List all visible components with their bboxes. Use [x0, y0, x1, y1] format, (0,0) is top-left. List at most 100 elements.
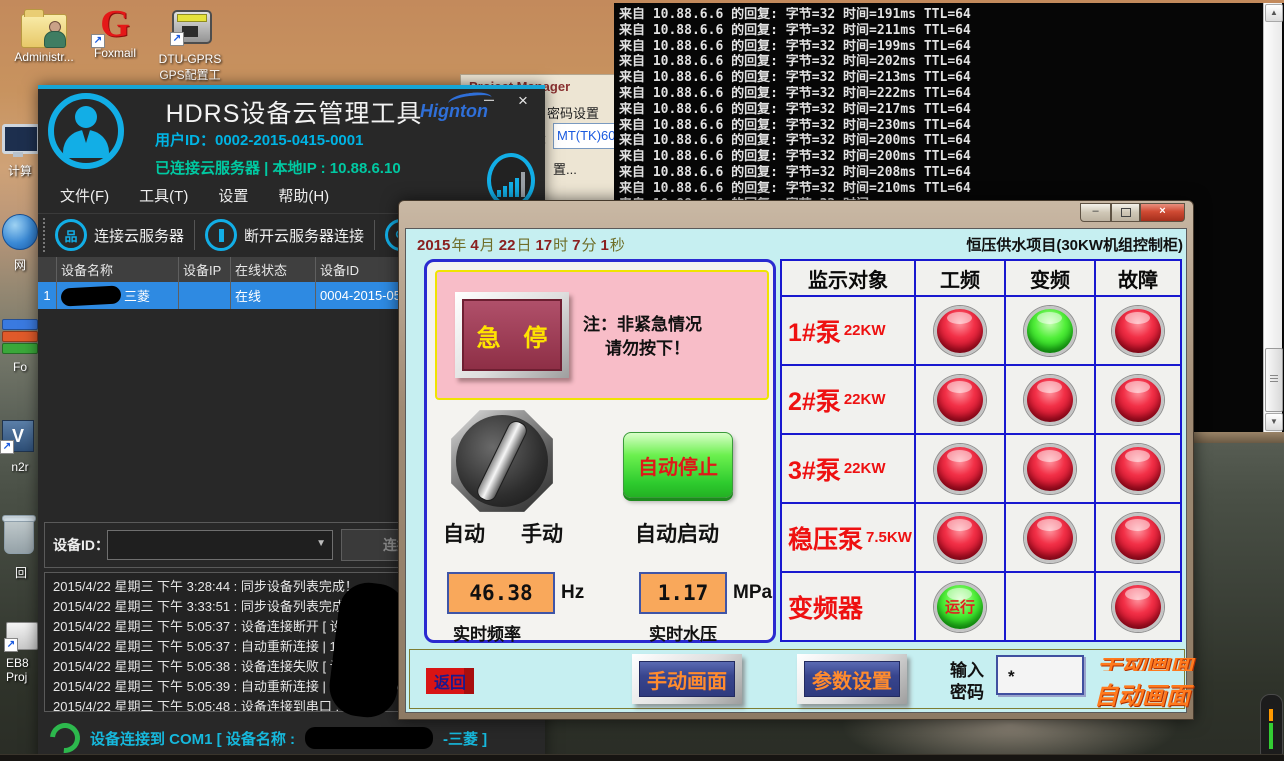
- terminal-line: 来自 10.88.6.6 的回复: 字节=32 时间=222ms TTL=64: [619, 86, 1260, 102]
- status-lamp-red: [1112, 306, 1164, 356]
- auto-stop-button[interactable]: 自动停止: [623, 432, 733, 498]
- terminal-line: 来自 10.88.6.6 的回复: 字节=32 时间=202ms TTL=64: [619, 54, 1260, 70]
- desktop-icon-administrator[interactable]: Administr...: [14, 8, 74, 64]
- model-field[interactable]: MT(TK)60: [553, 123, 620, 149]
- icon-label: 回: [4, 564, 38, 581]
- grid-header-cell: 监示对象: [782, 261, 914, 295]
- desktop-icon-network[interactable]: 网: [2, 214, 38, 273]
- date-number: 22: [499, 237, 516, 254]
- terminal-scrollbar[interactable]: ▲ ▼: [1263, 3, 1282, 432]
- header-index: [38, 257, 56, 282]
- icon-label: 计算: [2, 162, 38, 179]
- cell-online-status: 在线: [230, 282, 315, 309]
- window-title: HDRS设备云管理工具: [134, 94, 454, 130]
- window-accent-strip: [38, 85, 545, 89]
- close-button[interactable]: ×: [1140, 203, 1185, 222]
- pump-label-cell: 稳压泵7.5KW: [782, 504, 914, 571]
- manual-screen-button[interactable]: 手动画面: [632, 654, 742, 704]
- password-input[interactable]: *: [996, 655, 1084, 695]
- icon-label-2: GPS配置工: [158, 66, 222, 83]
- minimize-button[interactable]: –: [478, 89, 500, 111]
- redaction-blob: [61, 285, 122, 306]
- param-settings-button[interactable]: 参数设置: [797, 654, 907, 704]
- desktop-icon-dtu-gprs[interactable]: ↗ DTU-GPRS GPS配置工: [158, 6, 222, 83]
- auto-manual-knob[interactable]: [449, 408, 555, 514]
- lamp-cell: [1006, 297, 1094, 364]
- terminal-line: 来自 10.88.6.6 的回复: 字节=32 时间=211ms TTL=64: [619, 23, 1260, 39]
- lamp-cell: [1096, 366, 1180, 433]
- menu-help[interactable]: 帮助(H): [278, 185, 329, 206]
- device-id-combobox[interactable]: ▼: [107, 530, 333, 560]
- lamp-cell: [1096, 504, 1180, 571]
- desktop: Administr... G ↗ Foxmail ↗ DTU-GPRS GPS配…: [0, 0, 1284, 761]
- pump-label-cell: 2#泵22KW: [782, 366, 914, 433]
- frequency-display: 46.38: [447, 572, 555, 614]
- scrollbar-thumb[interactable]: [1265, 348, 1283, 412]
- toolbar-separator: [374, 220, 375, 250]
- menu-bar: 文件(F) 工具(T) 设置 帮助(H): [60, 185, 329, 206]
- param-settings-label: 参数设置: [804, 661, 900, 697]
- date-unit: 秒: [610, 237, 625, 254]
- date-unit: 年: [451, 237, 466, 254]
- terminal-output: 来自 10.88.6.6 的回复: 字节=32 时间=191ms TTL=64来…: [619, 7, 1260, 212]
- date-unit: 分: [582, 237, 597, 254]
- maximize-button[interactable]: [1111, 203, 1140, 222]
- back-button[interactable]: 返回: [426, 668, 474, 694]
- gadget-green-bar: [1269, 723, 1273, 749]
- lamp-cell: [916, 504, 1004, 571]
- frequency-label: 实时频率: [453, 620, 521, 645]
- desktop-icon-fo[interactable]: Fo: [2, 318, 38, 374]
- pump-name: 稳压泵: [788, 520, 863, 556]
- computer-icon: [2, 124, 40, 154]
- desktop-icon-n2r[interactable]: V ↗ n2r: [2, 420, 38, 474]
- desktop-icon-foxmail[interactable]: G ↗ Foxmail: [84, 2, 146, 60]
- terminal-line: 来自 10.88.6.6 的回复: 字节=32 时间=200ms TTL=64: [619, 133, 1260, 149]
- lamp-cell: [916, 297, 1004, 364]
- minimize-button[interactable]: –: [1080, 203, 1111, 222]
- estop-note-line2: 请勿按下！: [605, 334, 690, 359]
- terminal-line: 来自 10.88.6.6 的回复: 字节=32 时间=208ms TTL=64: [619, 165, 1260, 181]
- user-id-text: 用户ID：0002-2015-0415-0001: [155, 129, 363, 150]
- toolbar-separator: [194, 220, 195, 250]
- terminal-line: 来自 10.88.6.6 的回复: 字节=32 时间=230ms TTL=64: [619, 118, 1260, 134]
- status-lamp-red: [1112, 582, 1164, 632]
- pump-name: 3#泵: [788, 451, 841, 487]
- taskbar-sliver: [0, 754, 1284, 761]
- date-number: 17: [535, 237, 552, 254]
- scroll-up-button[interactable]: ▲: [1265, 4, 1283, 22]
- shortcut-arrow-icon: ↗: [0, 440, 14, 454]
- menu-tools[interactable]: 工具(T): [139, 185, 188, 206]
- header-device-name[interactable]: 设备名称: [56, 257, 178, 282]
- header-online-status[interactable]: 在线状态: [230, 257, 315, 282]
- hmi-window: – × 2015年4月22日17时7分1秒 恒压供水项目(30KW机组控制柜) …: [398, 200, 1194, 720]
- date-unit: 时: [553, 237, 568, 254]
- estop-note-line1: 注：非紧急情况: [583, 310, 702, 335]
- desktop-icon-computer[interactable]: 计算: [2, 124, 38, 179]
- desktop-icon-recycle-bin[interactable]: 回: [4, 518, 38, 581]
- date-number: 2015: [417, 237, 450, 254]
- pump-name: 1#泵: [788, 313, 841, 349]
- pressure-unit: MPa: [733, 582, 772, 604]
- menu-settings[interactable]: 设置: [218, 185, 248, 206]
- network-icon: 品: [55, 219, 87, 251]
- status-lamp-green: [1024, 306, 1076, 356]
- chevron-down-icon[interactable]: ▼: [316, 538, 326, 549]
- close-button[interactable]: ×: [512, 91, 534, 113]
- date-number: 7: [572, 237, 580, 254]
- disconnect-cloud-button[interactable]: 断开云服务器连接: [205, 219, 364, 251]
- globe-icon: [2, 214, 38, 250]
- connect-cloud-button[interactable]: 品 连接云服务器: [55, 219, 184, 251]
- terminal-line: 来自 10.88.6.6 的回复: 字节=32 时间=191ms TTL=64: [619, 7, 1260, 23]
- knob-auto-label: 自动: [443, 518, 485, 548]
- header-device-ip[interactable]: 设备IP: [178, 257, 230, 282]
- emergency-stop-button[interactable]: 急 停: [455, 292, 569, 378]
- menu-file[interactable]: 文件(F): [60, 185, 109, 206]
- pump-power: 22KW: [844, 322, 886, 339]
- scroll-down-button[interactable]: ▼: [1265, 413, 1283, 431]
- status-text-suffix: -三菱 ]: [443, 728, 487, 749]
- status-lamp-red: [1024, 444, 1076, 494]
- pump-label-cell: 1#泵22KW: [782, 297, 914, 364]
- toolbar-label: 断开云服务器连接: [244, 225, 364, 246]
- edge-gadget: [1260, 694, 1283, 761]
- cell-device-ip: [178, 282, 230, 309]
